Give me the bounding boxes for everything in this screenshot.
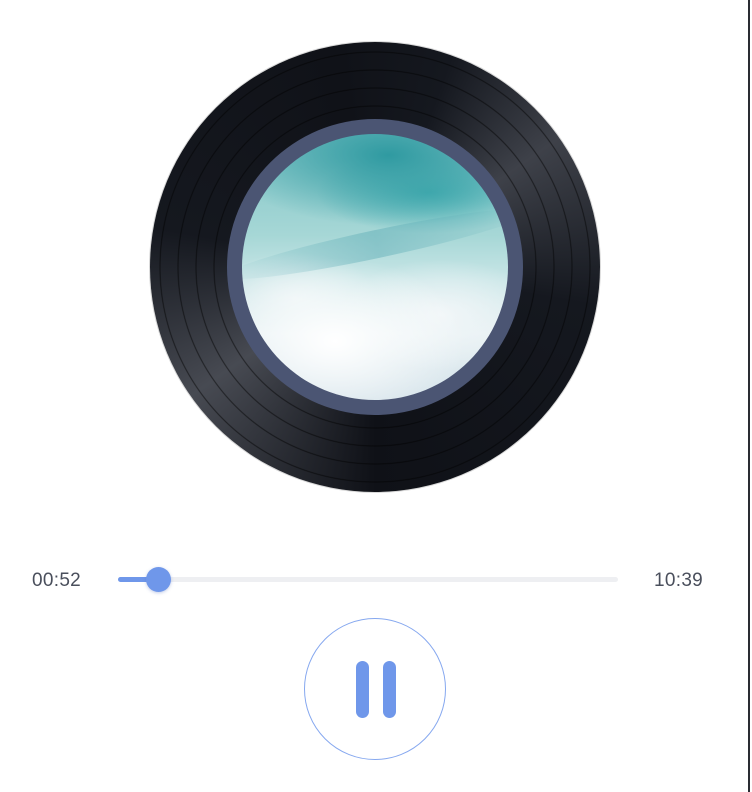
total-duration: 10:39	[654, 570, 704, 591]
play-pause-button[interactable]	[304, 618, 446, 760]
pause-icon	[356, 661, 396, 718]
pause-icon-right-bar	[383, 661, 396, 718]
music-player: 00:52 10:39	[0, 0, 750, 792]
album-cover-art	[242, 134, 508, 400]
vinyl-record-icon	[150, 42, 600, 492]
elapsed-time: 00:52	[32, 570, 82, 591]
window-edge-divider	[748, 0, 750, 792]
seek-bar-thumb[interactable]	[146, 567, 171, 592]
seek-bar[interactable]	[118, 567, 618, 592]
pause-icon-left-bar	[356, 661, 369, 718]
cover-art-haze	[242, 198, 508, 290]
